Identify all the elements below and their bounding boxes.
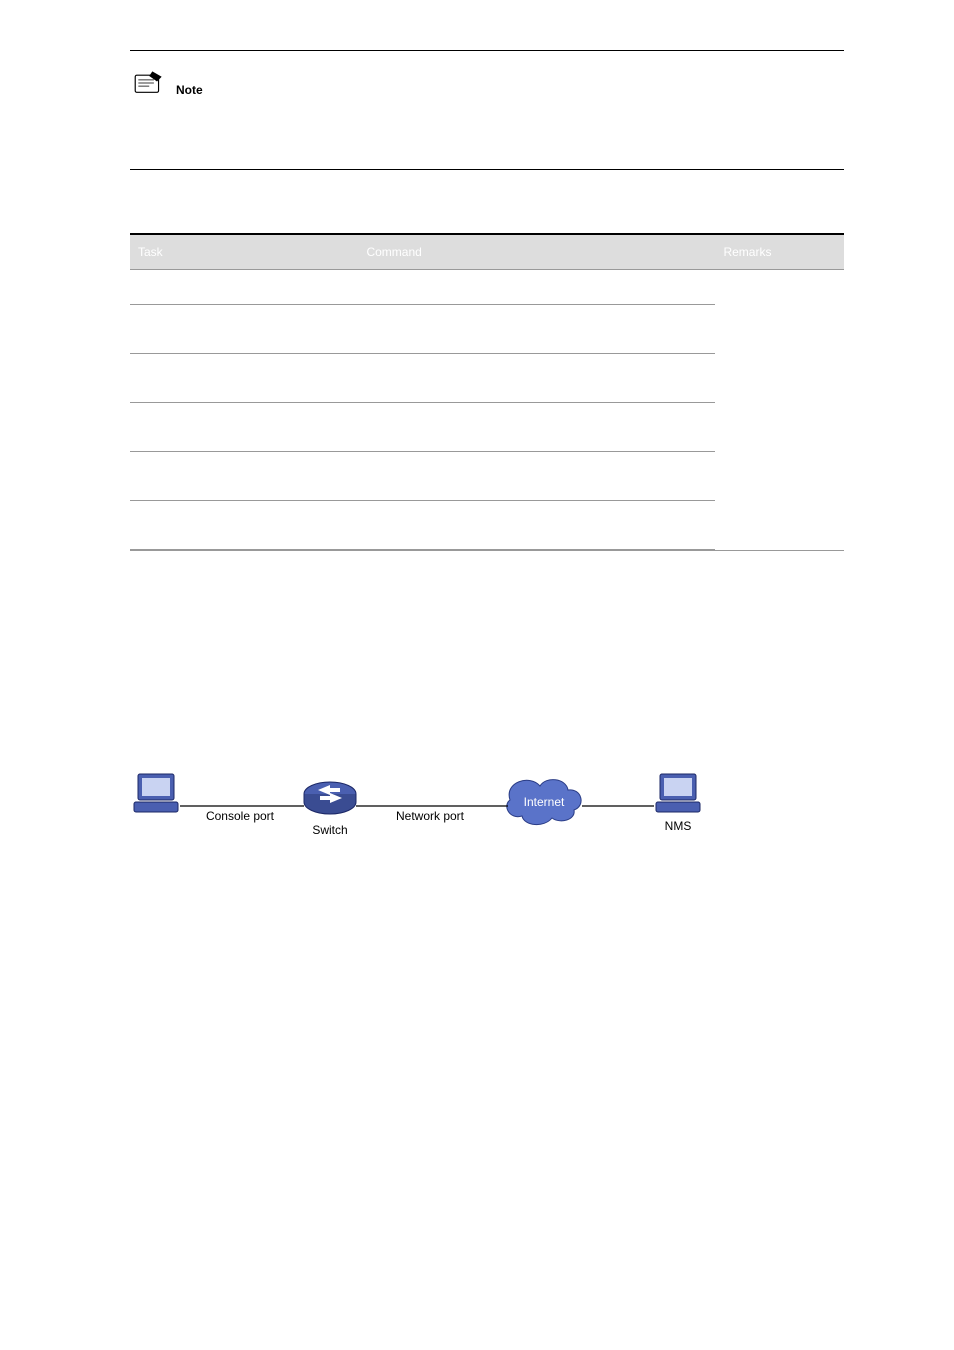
- conf-line: [Sysname] snmp-agent community read publ…: [130, 1046, 844, 1064]
- net-req-item: Perform the following configuration on t…: [160, 660, 844, 696]
- cell-cmd: display snmp-agent community [ read | wr…: [358, 452, 715, 501]
- note-label: Note: [176, 83, 203, 97]
- switch-icon: [304, 782, 356, 814]
- network-diagram: Internet Console port Network port Switc…: [130, 766, 844, 864]
- conf-line: # Enable SNMP agent, and set SNMPv1 and …: [130, 950, 844, 968]
- page-number: 1-9: [130, 1142, 844, 1154]
- pc-icon: [134, 774, 178, 812]
- conf-line: [Sysname] snmp-agent: [130, 974, 844, 992]
- table-row: Display the statistics on SNMP packets d…: [130, 270, 844, 305]
- cell-task: Display the currently configured communi…: [130, 452, 358, 501]
- conf-proc-title: Configuration procedure: [130, 882, 844, 896]
- cell-task: Display group information about the devi…: [130, 354, 358, 403]
- note-item: As the level of the default user is 3, i…: [160, 103, 844, 121]
- net-req-title: Network requirements: [130, 602, 844, 616]
- table-caption: Table 1-8 Display SNMP: [130, 215, 844, 227]
- conf-line: # Set the administrator ID, contact and …: [130, 1094, 844, 1112]
- network-port-label: Network port: [396, 809, 465, 823]
- conf-line: <Sysname> system-view: [130, 926, 844, 944]
- note-bullet-list: As the level of the default user is 3, i…: [160, 103, 844, 159]
- cell-cmd: display snmp-agent statistics: [358, 270, 715, 305]
- nms-pc-icon: [656, 774, 700, 812]
- conf-line: [Sysname] snmp-agent sys-info version v1…: [130, 998, 844, 1016]
- switch-label: Switch: [312, 823, 347, 837]
- cell-cmd: display snmp-agent group [ group-name ]: [358, 354, 715, 403]
- top-rule: [130, 50, 844, 51]
- col-header-command: Command: [358, 234, 715, 270]
- internet-label: Internet: [524, 795, 565, 809]
- displaying-title: Displaying SNMP: [130, 192, 844, 207]
- col-header-remarks: Remarks: [715, 234, 844, 270]
- cell-task: Display the engine ID of the current dev…: [130, 305, 358, 354]
- console-port-label: Console port: [206, 809, 275, 823]
- cell-cmd: display snmp-agent mib-view [ exclude | …: [358, 501, 715, 551]
- conf-line: [Sysname] snmp-agent community write pri…: [130, 1070, 844, 1088]
- figure-caption: Figure 1-2 Network diagram for SNMP: [130, 744, 844, 756]
- note-header: Note: [130, 69, 844, 97]
- cell-cmd: display snmp-agent usm-user [ engineid e…: [358, 403, 715, 452]
- table-header-row: Task Command Remarks: [130, 234, 844, 270]
- col-header-task: Task: [130, 234, 358, 270]
- conf-line: # Set the community names and access aut…: [130, 1022, 844, 1040]
- conf-line: # Enter system view.: [130, 902, 844, 920]
- snmp-display-table: Task Command Remarks Display the statist…: [130, 233, 844, 551]
- note-item: The undo snmp-agent usm-user command, wh…: [160, 123, 844, 159]
- internet-cloud-icon: Internet: [507, 780, 581, 825]
- cell-task: Display the statistics on SNMP packets: [130, 270, 358, 305]
- cell-task: Display the currently configured MIB vie…: [130, 501, 358, 551]
- note-hand-icon: [130, 69, 170, 97]
- cell-cmd: display snmp-agent { local-engineid | re…: [358, 305, 715, 354]
- example-title: SNMP Configuration Example: [130, 573, 844, 588]
- net-diag-title: Network diagram: [130, 710, 844, 724]
- note-end-rule: [130, 169, 844, 170]
- net-req-list: An NMS and a switch are connected throug…: [160, 622, 844, 696]
- cell-remarks: Available in any view: [715, 270, 844, 551]
- cell-task: Display SNMP user information: [130, 403, 358, 452]
- net-req-item: An NMS and a switch are connected throug…: [160, 622, 844, 658]
- nms-label: NMS: [665, 819, 692, 833]
